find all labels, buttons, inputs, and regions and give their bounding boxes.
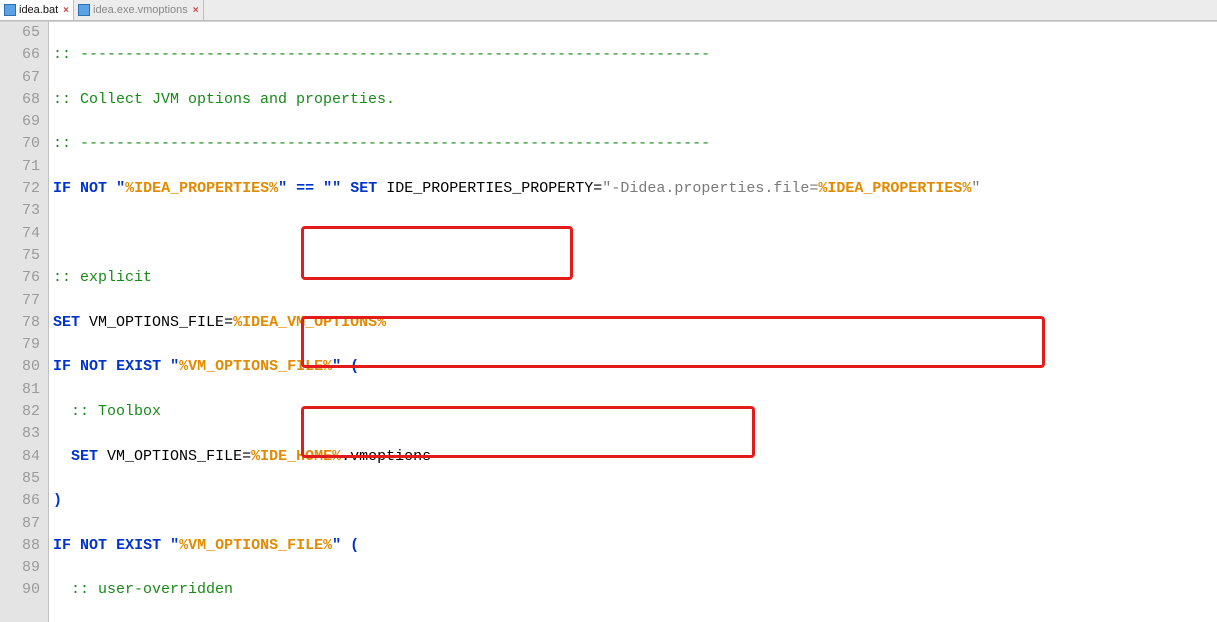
- kw-exist: EXIST: [116, 537, 161, 554]
- line-number: 78: [6, 312, 40, 334]
- var: %IDEA_PROPERTIES%: [818, 180, 971, 197]
- quote: ": [332, 358, 341, 375]
- line-number: 86: [6, 490, 40, 512]
- kw-exist: EXIST: [116, 358, 161, 375]
- ident: VM_OPTIONS_FILE: [89, 314, 224, 331]
- quote: ": [278, 180, 287, 197]
- line-number: 84: [6, 446, 40, 468]
- line-number: 76: [6, 267, 40, 289]
- paren: (: [350, 358, 359, 375]
- op: =: [593, 180, 602, 197]
- comment: :: -------------------------------------…: [53, 46, 710, 63]
- comment: :: -------------------------------------…: [53, 135, 710, 152]
- line-number: 85: [6, 468, 40, 490]
- line-number: 66: [6, 44, 40, 66]
- quote: ": [602, 180, 611, 197]
- kw-if: IF: [53, 180, 71, 197]
- kw-if: IF: [53, 537, 71, 554]
- kw-not: NOT: [80, 180, 107, 197]
- line-number: 72: [6, 178, 40, 200]
- line-number: 69: [6, 111, 40, 133]
- line-number: 83: [6, 423, 40, 445]
- file-icon: [78, 4, 90, 16]
- quote: ": [170, 537, 179, 554]
- op: =: [224, 314, 233, 331]
- comment: :: Toolbox: [53, 403, 161, 420]
- str-text: -Didea.properties.file=: [611, 180, 818, 197]
- line-number-gutter: 6566676869707172737475767778798081828384…: [0, 22, 49, 622]
- kw-not: NOT: [80, 537, 107, 554]
- line-number: 71: [6, 156, 40, 178]
- line-number: 70: [6, 133, 40, 155]
- quote: ": [332, 537, 341, 554]
- line-number: 88: [6, 535, 40, 557]
- line-number: 73: [6, 200, 40, 222]
- paren: (: [350, 537, 359, 554]
- line-number: 67: [6, 67, 40, 89]
- line-number: 89: [6, 557, 40, 579]
- kw-set: SET: [350, 180, 377, 197]
- var: %IDEA_VM_OPTIONS%: [233, 314, 386, 331]
- quote: ": [116, 180, 125, 197]
- tab-label: idea.exe.vmoptions: [93, 4, 188, 16]
- line-number: 79: [6, 334, 40, 356]
- code-area[interactable]: :: -------------------------------------…: [49, 22, 1217, 622]
- line-number: 75: [6, 245, 40, 267]
- tab-bar: idea.bat × idea.exe.vmoptions ×: [0, 0, 1217, 21]
- var: %VM_OPTIONS_FILE%: [179, 358, 332, 375]
- line-number: 74: [6, 223, 40, 245]
- comment: :: Collect JVM options and properties.: [53, 91, 395, 108]
- line-number: 68: [6, 89, 40, 111]
- var: %IDEA_PROPERTIES%: [125, 180, 278, 197]
- op: =: [242, 448, 251, 465]
- tab-idea-vmoptions[interactable]: idea.exe.vmoptions ×: [74, 0, 204, 20]
- editor: 6566676869707172737475767778798081828384…: [0, 21, 1217, 622]
- ident: IDE_PROPERTIES_PROPERTY: [386, 180, 593, 197]
- line-number: 82: [6, 401, 40, 423]
- string: "-Didea.properties.file=%IDEA_PROPERTIES…: [602, 180, 980, 197]
- var: %IDE_HOME%: [251, 448, 341, 465]
- paren: ): [53, 492, 62, 509]
- line-number: 90: [6, 579, 40, 601]
- close-icon[interactable]: ×: [63, 5, 69, 16]
- line-number: 65: [6, 22, 40, 44]
- tab-idea-bat[interactable]: idea.bat ×: [0, 0, 74, 20]
- tab-label: idea.bat: [19, 4, 58, 16]
- empty-str: "": [323, 180, 341, 197]
- line-number: 80: [6, 356, 40, 378]
- line-number: 77: [6, 290, 40, 312]
- kw-set: SET: [71, 448, 98, 465]
- comment: :: explicit: [53, 269, 152, 286]
- var: %VM_OPTIONS_FILE%: [179, 537, 332, 554]
- line-number: 87: [6, 513, 40, 535]
- close-icon[interactable]: ×: [193, 5, 199, 16]
- kw-set: SET: [53, 314, 80, 331]
- ident: VM_OPTIONS_FILE: [107, 448, 242, 465]
- quote: ": [971, 180, 980, 197]
- quote: ": [170, 358, 179, 375]
- comment: :: user-overridden: [53, 581, 233, 598]
- line-number: 81: [6, 379, 40, 401]
- kw-if: IF: [53, 358, 71, 375]
- kw-not: NOT: [80, 358, 107, 375]
- text: .vmoptions: [341, 448, 431, 465]
- file-icon: [4, 4, 16, 16]
- op-eq: ==: [296, 180, 314, 197]
